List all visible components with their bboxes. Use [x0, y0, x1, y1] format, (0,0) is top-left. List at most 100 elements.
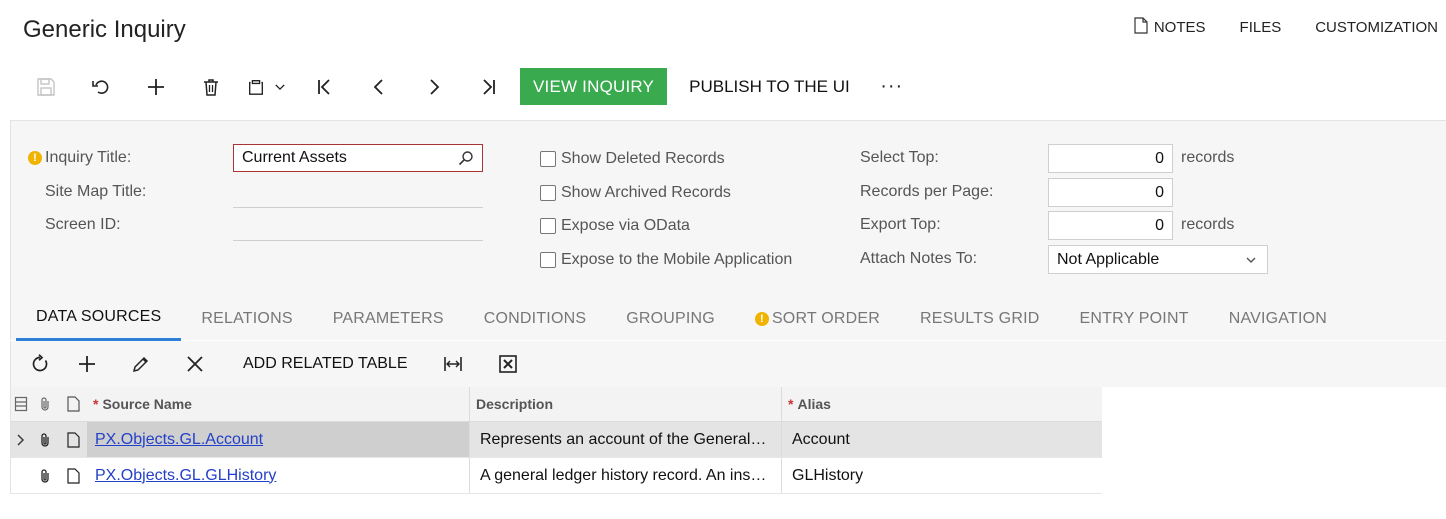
description-cell[interactable]: A general ledger history record. An ins…	[470, 458, 782, 493]
description-cell[interactable]: Represents an account of the General…	[470, 422, 782, 457]
data-sources-grid: * Source Name Description * Alias PX.Obj…	[10, 387, 1102, 494]
note-cell[interactable]	[59, 458, 87, 493]
table-row[interactable]: PX.Objects.GL.GLHistory A general ledger…	[11, 458, 1102, 494]
add-button[interactable]	[128, 68, 183, 105]
close-icon	[187, 356, 203, 372]
checkbox-box	[540, 252, 556, 268]
source-name-link[interactable]: PX.Objects.GL.Account	[95, 431, 263, 449]
select-top-suffix: records	[1181, 149, 1235, 166]
select-top-label: Select Top:	[860, 149, 939, 166]
show-archived-checkbox[interactable]: Show Archived Records	[540, 184, 731, 202]
chevron-down-icon	[275, 83, 285, 90]
tab-label: ENTRY POINT	[1079, 309, 1189, 327]
pencil-icon	[132, 356, 149, 373]
publish-button[interactable]: PUBLISH TO THE UI	[667, 68, 872, 105]
source-name-header[interactable]: * Source Name	[87, 387, 470, 421]
tab-label: CONDITIONS	[483, 309, 587, 327]
last-icon	[482, 78, 495, 95]
alias-cell[interactable]: GLHistory	[782, 458, 1095, 493]
last-record-button[interactable]	[461, 68, 516, 105]
tab-results-grid[interactable]: RESULTS GRID	[900, 296, 1059, 341]
fit-columns-button[interactable]	[428, 341, 478, 387]
attachment-cell[interactable]	[31, 422, 59, 457]
customization-link[interactable]: CUSTOMIZATION	[1298, 16, 1438, 38]
files-link[interactable]: FILES	[1223, 16, 1299, 38]
tab-label: DATA SOURCES	[36, 308, 162, 325]
select-top-input[interactable]: 0	[1048, 144, 1173, 173]
records-per-page-input[interactable]: 0	[1048, 178, 1173, 207]
clipboard-button[interactable]	[238, 68, 296, 105]
expose-mobile-checkbox[interactable]: Expose to the Mobile Application	[540, 251, 792, 269]
expose-odata-label: Expose via OData	[561, 217, 690, 234]
note-cell[interactable]	[59, 422, 87, 457]
refresh-button[interactable]	[21, 341, 59, 387]
tab-grouping[interactable]: GROUPING	[606, 296, 735, 341]
description-header[interactable]: Description	[470, 387, 782, 421]
add-row-button[interactable]	[59, 341, 115, 387]
document-icon	[1134, 16, 1148, 38]
grid-header-row: * Source Name Description * Alias	[11, 387, 1102, 422]
attachment-col-header	[31, 387, 59, 421]
paperclip-icon	[41, 468, 49, 483]
more-actions-button[interactable]: ···	[872, 68, 912, 105]
tab-entry-point[interactable]: ENTRY POINT	[1060, 296, 1209, 341]
show-deleted-checkbox[interactable]: Show Deleted Records	[540, 150, 725, 168]
required-mark: *	[93, 396, 99, 412]
inquiry-title-field[interactable]: Current Assets	[233, 144, 483, 172]
add-related-table-button[interactable]: ADD RELATED TABLE	[223, 355, 428, 373]
tab-conditions[interactable]: CONDITIONS	[464, 296, 606, 341]
trash-icon	[203, 78, 218, 96]
delete-button[interactable]	[183, 68, 238, 105]
tab-parameters[interactable]: PARAMETERS	[313, 296, 464, 341]
customization-label: CUSTOMIZATION	[1315, 18, 1438, 36]
tab-relations[interactable]: RELATIONS	[181, 296, 312, 341]
source-name-header-label: Source Name	[102, 396, 192, 412]
page-title: Generic Inquiry	[23, 16, 186, 43]
tab-label: GROUPING	[626, 309, 715, 327]
notes-link[interactable]: NOTES	[1117, 16, 1223, 38]
source-name-link[interactable]: PX.Objects.GL.GLHistory	[95, 467, 276, 485]
first-record-button[interactable]	[296, 68, 351, 105]
tab-label: SORT ORDER	[771, 309, 881, 327]
undo-button[interactable]	[73, 68, 128, 105]
delete-row-button[interactable]	[167, 341, 223, 387]
row-selector[interactable]	[11, 458, 31, 493]
attachment-cell[interactable]	[31, 458, 59, 493]
row-selector-header[interactable]	[11, 387, 31, 421]
checkbox-box	[540, 151, 556, 167]
alias-cell[interactable]: Account	[782, 422, 1095, 457]
export-top-label: Export Top:	[860, 216, 941, 233]
top-links: NOTES FILES CUSTOMIZATION	[1117, 16, 1438, 38]
row-selector[interactable]	[11, 422, 31, 457]
tab-data-sources[interactable]: DATA SOURCES	[16, 296, 182, 341]
expose-mobile-label: Expose to the Mobile Application	[561, 251, 793, 268]
save-button[interactable]	[18, 68, 73, 105]
refresh-icon	[32, 354, 48, 372]
next-record-button[interactable]	[406, 68, 461, 105]
alias-header[interactable]: * Alias	[782, 387, 1095, 421]
expose-odata-checkbox[interactable]: Expose via OData	[540, 217, 690, 235]
edit-button[interactable]	[115, 341, 167, 387]
export-excel-button[interactable]	[478, 341, 538, 387]
tab-sort-order[interactable]: ! SORT ORDER	[735, 296, 900, 341]
inquiry-title-label: Inquiry Title:	[45, 149, 132, 166]
source-name-cell[interactable]: PX.Objects.GL.Account	[87, 422, 470, 457]
screen-id-field[interactable]	[233, 217, 483, 241]
view-inquiry-button[interactable]: VIEW INQUIRY	[520, 68, 668, 105]
source-name-cell[interactable]: PX.Objects.GL.GLHistory	[87, 458, 470, 493]
description-value: A general ledger history record. An ins…	[480, 466, 767, 484]
attach-notes-select[interactable]: Not Applicable	[1048, 245, 1268, 274]
chevron-down-icon	[1246, 257, 1256, 263]
tab-navigation[interactable]: NAVIGATION	[1209, 296, 1347, 341]
previous-record-button[interactable]	[351, 68, 406, 105]
files-label: FILES	[1239, 18, 1282, 36]
site-map-title-field[interactable]	[233, 184, 483, 208]
table-row[interactable]: PX.Objects.GL.Account Represents an acco…	[11, 422, 1102, 458]
records-per-page-label: Records per Page:	[860, 183, 994, 200]
checkbox-box	[540, 218, 556, 234]
document-icon	[66, 396, 80, 412]
export-top-input[interactable]: 0	[1048, 211, 1173, 240]
chevron-right-icon	[429, 78, 439, 95]
tab-label: RESULTS GRID	[920, 309, 1040, 327]
search-icon[interactable]	[458, 150, 474, 166]
